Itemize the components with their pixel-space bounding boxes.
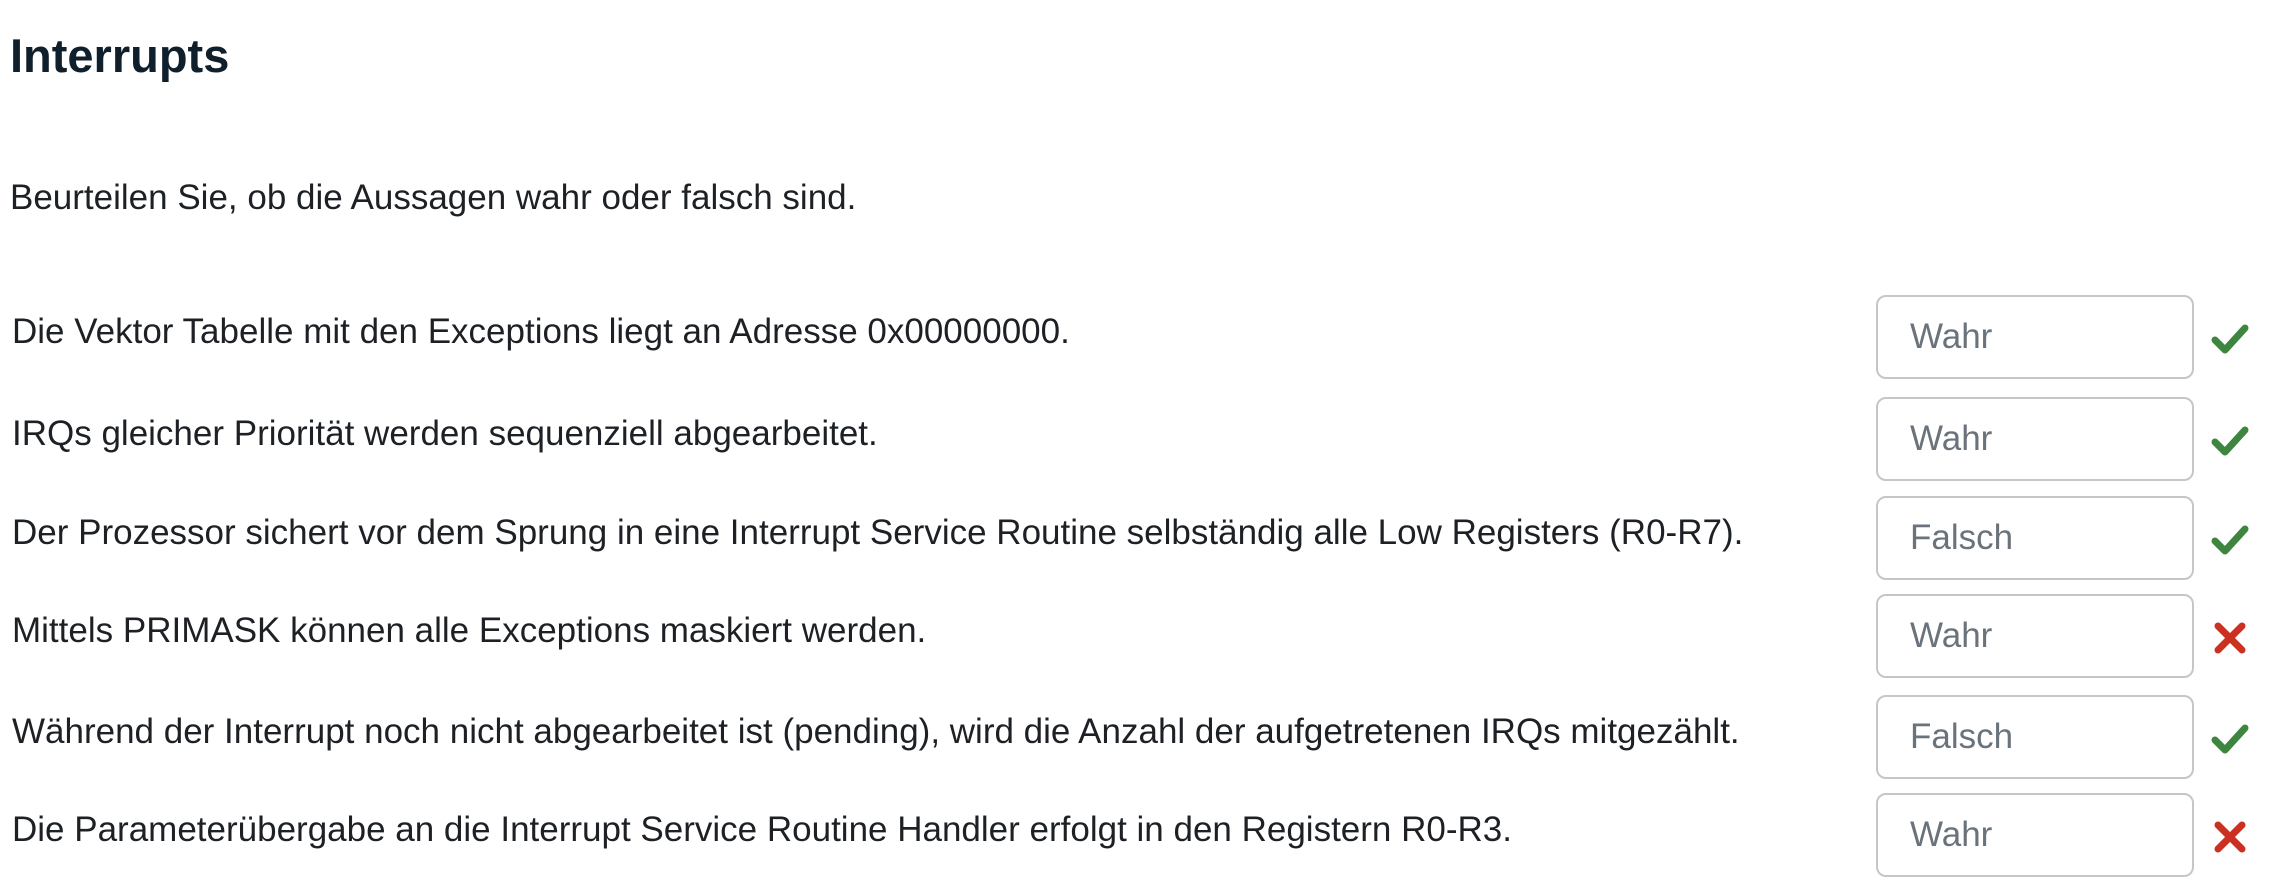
question-row: Die Parameterübergabe an die Interrupt S… <box>0 793 2296 881</box>
page-title: Interrupts <box>10 29 230 82</box>
cross-icon <box>2214 622 2246 654</box>
statement-text: Während der Interrupt noch nicht abgearb… <box>12 712 1740 751</box>
check-icon <box>2211 324 2249 354</box>
answer-select[interactable]: Wahr <box>1876 594 2194 678</box>
answer-select[interactable]: Wahr <box>1876 793 2194 877</box>
answer-select[interactable]: Wahr <box>1876 397 2194 481</box>
check-icon <box>2211 724 2249 754</box>
question-instruction: Beurteilen Sie, ob die Aussagen wahr ode… <box>10 178 857 217</box>
statement-text: Der Prozessor sichert vor dem Sprung in … <box>12 513 1744 552</box>
question-row: Mittels PRIMASK können alle Exceptions m… <box>0 594 2296 682</box>
question-row: Die Vektor Tabelle mit den Exceptions li… <box>0 295 2296 383</box>
question-row: Der Prozessor sichert vor dem Sprung in … <box>0 496 2296 584</box>
statement-text: Die Vektor Tabelle mit den Exceptions li… <box>12 312 1070 351</box>
cross-icon <box>2214 821 2246 853</box>
answer-select[interactable]: Wahr <box>1876 295 2194 379</box>
statement-text: Die Parameterübergabe an die Interrupt S… <box>12 810 1512 849</box>
check-icon <box>2211 426 2249 456</box>
answer-select[interactable]: Falsch <box>1876 496 2194 580</box>
question-row: IRQs gleicher Priorität werden sequenzie… <box>0 397 2296 485</box>
check-icon <box>2211 525 2249 555</box>
question-row: Während der Interrupt noch nicht abgearb… <box>0 695 2296 783</box>
statement-text: Mittels PRIMASK können alle Exceptions m… <box>12 611 927 650</box>
statement-text: IRQs gleicher Priorität werden sequenzie… <box>12 414 878 453</box>
answer-select[interactable]: Falsch <box>1876 695 2194 779</box>
